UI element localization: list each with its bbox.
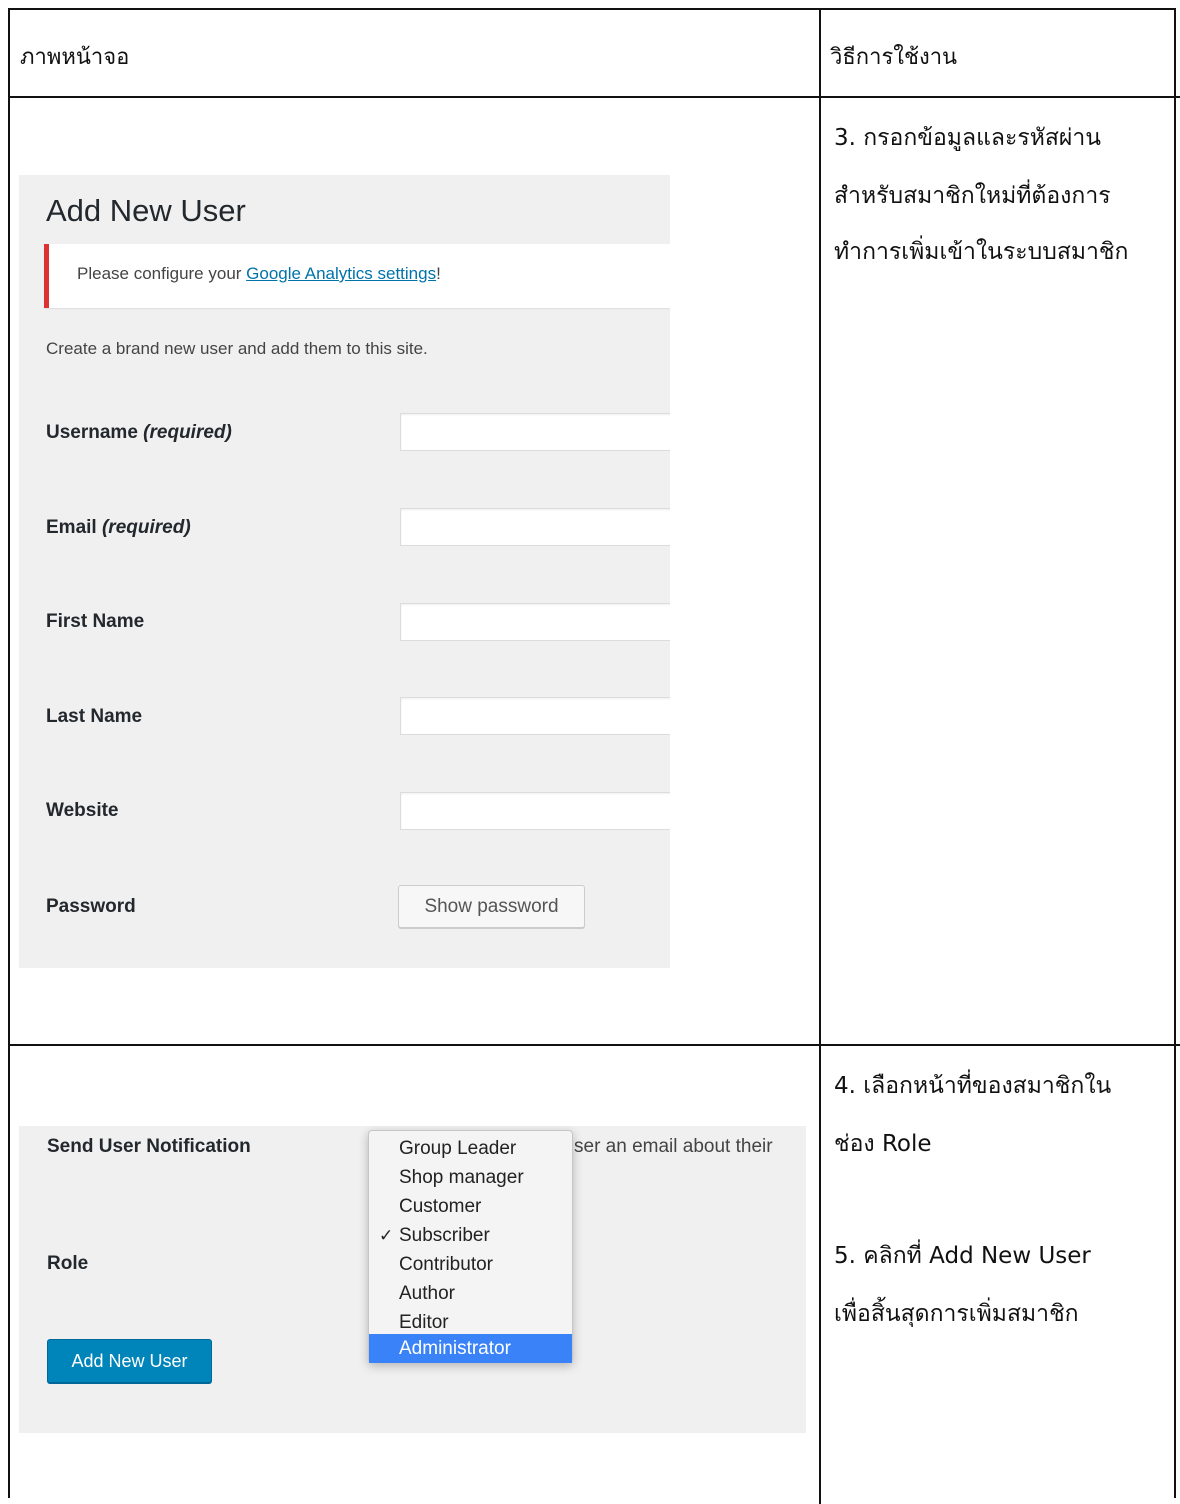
website-input[interactable] <box>400 792 670 830</box>
username-input[interactable] <box>400 413 670 451</box>
send-notification-label: Send User Notification <box>47 1136 251 1157</box>
role-option-highlighted[interactable]: Administrator <box>369 1334 572 1363</box>
website-label: Website <box>46 800 119 821</box>
header-instructions: วิธีการใช้งาน <box>830 45 958 70</box>
form-intro: Create a brand new user and add them to … <box>46 339 428 358</box>
email-label-text: Email <box>46 517 97 538</box>
role-selection-screenshot: Send User Notification ser an email abou… <box>19 1126 806 1433</box>
add-new-user-button[interactable]: Add New User <box>47 1339 212 1383</box>
step3-line1: 3. กรอกข้อมูลและรหัสผ่าน <box>834 125 1102 151</box>
step5-line2: เพื่อสิ้นสุดการเพิ่มสมาชิก <box>834 1301 1079 1327</box>
step3-line2: สำหรับสมาชิกใหม่ที่ต้องการ <box>834 183 1111 209</box>
role-label: Role <box>47 1253 89 1274</box>
last-name-input[interactable] <box>400 697 670 735</box>
required-marker: (required) <box>101 517 191 538</box>
first-name-label: First Name <box>46 611 145 632</box>
step5-line1: 5. คลิกที่ Add New User <box>834 1243 1091 1269</box>
first-name-input[interactable] <box>400 603 670 641</box>
role-option[interactable]: Contributor <box>369 1250 572 1279</box>
table-column-divider <box>819 8 821 1504</box>
google-analytics-settings-link[interactable]: Google Analytics settings <box>246 264 436 283</box>
password-label: Password <box>46 896 136 917</box>
role-dropdown[interactable]: Group Leader Shop manager Customer ✓ Subs… <box>368 1130 573 1363</box>
role-option[interactable]: Group Leader <box>369 1134 572 1163</box>
notification-description: ser an email about their <box>574 1136 773 1157</box>
table-row-divider <box>8 96 1180 98</box>
add-user-form-screenshot: Add New User Please configure your Googl… <box>19 175 670 968</box>
role-option[interactable]: Shop manager <box>369 1163 572 1192</box>
page-title: Add New User <box>46 193 246 228</box>
role-option[interactable]: Customer <box>369 1192 572 1221</box>
email-input[interactable] <box>400 508 670 546</box>
notice-suffix: ! <box>436 264 441 283</box>
notice-prefix: Please configure your <box>77 264 247 283</box>
username-label-text: Username <box>46 422 138 443</box>
required-marker: (required) <box>143 422 232 443</box>
role-option[interactable]: Author <box>369 1279 572 1308</box>
admin-notice: Please configure your Google Analytics s… <box>44 244 670 308</box>
role-option[interactable]: Editor <box>369 1308 572 1337</box>
table-row-divider <box>8 1044 1180 1046</box>
step4-line2: ช่อง Role <box>834 1131 932 1157</box>
email-label: Email (required) <box>46 517 191 539</box>
role-option-label: Subscriber <box>399 1225 490 1246</box>
step3-line3: ทำการเพิ่มเข้าในระบบสมาชิก <box>834 239 1129 265</box>
notice-text: Please configure your Google Analytics s… <box>77 264 441 284</box>
checkmark-icon: ✓ <box>379 1226 394 1245</box>
last-name-label: Last Name <box>46 706 143 727</box>
step4-line1: 4. เลือกหน้าที่ของสมาชิกใน <box>834 1073 1112 1099</box>
show-password-button[interactable]: Show password <box>398 885 585 928</box>
username-label: Username (required) <box>46 422 232 444</box>
role-option-checked[interactable]: ✓ Subscriber <box>369 1221 572 1250</box>
header-screenshot: ภาพหน้าจอ <box>20 45 130 70</box>
